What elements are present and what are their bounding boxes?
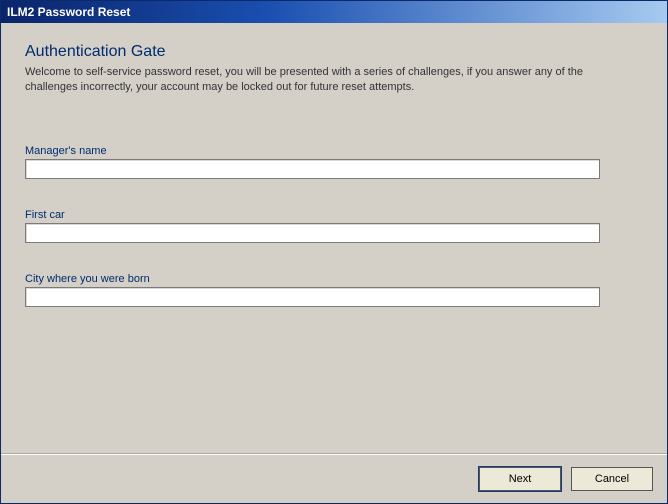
window-title: ILM2 Password Reset — [7, 5, 130, 19]
field-first-car: First car — [25, 209, 643, 243]
content-area: Authentication Gate Welcome to self-serv… — [1, 23, 667, 453]
field-managers-name: Manager's name — [25, 145, 643, 179]
page-heading: Authentication Gate — [25, 43, 643, 61]
first-car-input[interactable] — [25, 223, 600, 243]
field-label: First car — [25, 209, 643, 221]
field-label: Manager's name — [25, 145, 643, 157]
next-button[interactable]: Next — [479, 467, 561, 491]
button-bar: Next Cancel — [1, 453, 667, 503]
titlebar: ILM2 Password Reset — [1, 1, 667, 23]
password-reset-window: ILM2 Password Reset Authentication Gate … — [0, 0, 668, 504]
cancel-button[interactable]: Cancel — [571, 467, 653, 491]
managers-name-input[interactable] — [25, 159, 600, 179]
page-intro: Welcome to self-service password reset, … — [25, 65, 625, 95]
field-label: City where you were born — [25, 273, 643, 285]
birth-city-input[interactable] — [25, 287, 600, 307]
field-birth-city: City where you were born — [25, 273, 643, 307]
